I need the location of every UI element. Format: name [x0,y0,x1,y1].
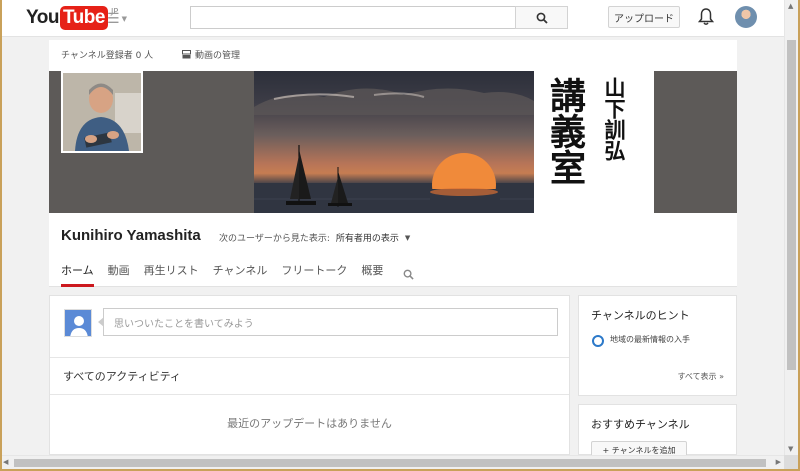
subscriber-count: チャンネル登録者 0 人 [61,51,154,61]
search-input[interactable] [190,6,515,29]
channel-hints-card: チャンネルのヒント 地域の最新情報の入手 すべて表示 » [578,295,737,396]
search-button[interactable] [515,6,568,29]
tab-videos[interactable]: 動画 [108,264,130,287]
channel-name[interactable]: Kunihiro Yamashita [61,227,201,244]
hint-item-label: 地域の最新情報の入手 [610,335,690,344]
search-icon [536,12,548,24]
banner-sunset-image [254,71,534,213]
chevron-down-icon: ▼ [404,233,411,242]
scrollbar-corner [784,455,798,469]
show-all-link[interactable]: すべて表示 » [677,371,724,382]
scroll-down-icon[interactable]: ▼ [788,445,793,453]
horizontal-scrollbar[interactable]: ◀ ▶ [0,455,784,469]
masthead: You Tube JP ☰ ▼ アップロード [0,0,784,37]
divider [50,394,569,395]
manage-videos-link[interactable]: 動画の管理 [182,48,240,61]
search-icon [403,269,414,280]
guide-button[interactable]: ☰ ▼ [107,11,127,27]
channel-tabs: ホーム 動画 再生リスト チャンネル フリートーク 概要 [61,264,414,287]
view-as-value: 所有者用の表示 [335,234,399,244]
account-avatar[interactable] [735,6,757,28]
video-manager-icon [182,50,191,59]
channel-profile-photo[interactable] [61,71,143,153]
vertical-scrollbar[interactable]: ▲ ▼ [784,0,798,455]
channel-banner: 講義室 山下訓弘 [49,71,737,213]
view-as-selector[interactable]: 次のユーザーから見た表示: 所有者用の表示 ▼ [219,231,411,245]
hint-circle-icon [592,335,604,347]
person-photo-icon [63,73,141,151]
tab-about[interactable]: 概要 [361,264,383,287]
scroll-left-icon[interactable]: ◀ [3,458,8,466]
activity-feed: 思いついたことを書いてみよう すべてのアクティビティ 最近のアップデートはありま… [49,295,570,455]
horizontal-scroll-thumb[interactable] [14,459,766,467]
hints-title: チャンネルのヒント [591,309,690,322]
menu-icon: ☰ [107,11,120,27]
notifications-bell-icon[interactable] [697,8,715,30]
tab-discussion[interactable]: フリートーク [281,264,347,287]
post-input[interactable]: 思いついたことを書いてみよう [98,308,558,336]
banner-title-panel: 講義室 山下訓弘 [534,71,654,213]
activity-header: すべてのアクティビティ [63,370,181,383]
default-user-icon [65,310,91,336]
divider [50,357,569,358]
channel-header: チャンネル登録者 0 人 動画の管理 講義室 山下訓弘 Kunihiro Yam… [49,40,737,287]
logo-tube-text: Tube [59,6,108,30]
scroll-up-icon[interactable]: ▲ [788,2,793,10]
vertical-scroll-thumb[interactable] [787,40,796,370]
tab-channels[interactable]: チャンネル [213,264,268,287]
user-avatar [64,309,92,337]
recommended-title: おすすめチャンネル [591,418,690,431]
channel-search-button[interactable] [403,265,414,284]
tab-playlists[interactable]: 再生リスト [144,264,199,287]
recommended-channels-card: おすすめチャンネル + チャンネルを追加 [578,404,737,459]
upload-button[interactable]: アップロード [608,6,680,28]
youtube-logo[interactable]: You Tube JP [26,6,118,30]
banner-title-main: 講義室 [544,77,586,185]
no-updates-message: 最近のアップデートはありません [227,417,392,430]
banner-title-author: 山下訓弘 [602,77,627,161]
manage-videos-label: 動画の管理 [195,51,241,61]
view-as-label: 次のユーザーから見た表示: [219,234,330,244]
logo-you-text: You [26,7,59,28]
tab-home[interactable]: ホーム [61,264,94,287]
hint-item[interactable]: 地域の最新情報の入手 [592,334,690,347]
scroll-right-icon[interactable]: ▶ [776,458,781,466]
caret-down-icon: ▼ [121,15,127,23]
